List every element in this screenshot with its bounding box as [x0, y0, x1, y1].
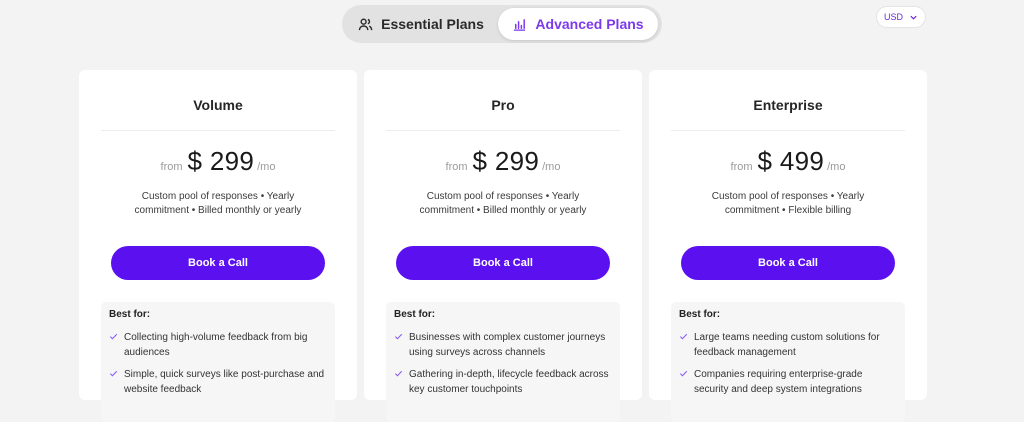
best-for-title: Best for: — [109, 309, 151, 320]
best-for-list: Collecting high-volume feedback from big… — [109, 330, 327, 404]
currency-select[interactable]: USD — [876, 6, 926, 28]
check-icon — [679, 333, 688, 340]
price-from: from — [160, 161, 183, 173]
price: from $ 299 /mo — [364, 146, 642, 177]
chart-icon — [514, 18, 526, 31]
plan-card-volume: Volume from $ 299 /mo Custom pool of res… — [79, 70, 357, 422]
best-for-item: Simple, quick surveys like post-purchase… — [109, 367, 327, 397]
price: from $ 299 /mo — [79, 146, 357, 177]
best-for-text: Collecting high-volume feedback from big… — [124, 332, 308, 358]
best-for-box: Best for: Businesses with complex custom… — [386, 302, 620, 422]
best-for-item: Collecting high-volume feedback from big… — [109, 330, 327, 360]
best-for-text: Large teams needing custom solutions for… — [694, 332, 880, 358]
advanced-plans-label: Advanced Plans — [535, 16, 644, 32]
check-icon — [394, 370, 403, 377]
plan-type-toggle: Essential Plans Advanced Plans — [342, 5, 662, 43]
best-for-list: Large teams needing custom solutions for… — [679, 330, 897, 404]
divider — [101, 130, 335, 131]
plan-description: Custom pool of responses • Yearly commit… — [419, 191, 587, 216]
plan-card-pro: Pro from $ 299 /mo Custom pool of respon… — [364, 70, 642, 422]
best-for-item: Companies requiring enterprise-grade sec… — [679, 367, 897, 397]
price-amount: $ 499 — [757, 146, 825, 176]
check-icon — [394, 333, 403, 340]
best-for-box: Best for: Large teams needing custom sol… — [671, 302, 905, 422]
best-for-text: Simple, quick surveys like post-purchase… — [124, 369, 325, 395]
chevron-down-icon — [910, 15, 917, 20]
best-for-text: Companies requiring enterprise-grade sec… — [694, 369, 863, 395]
divider — [671, 130, 905, 131]
best-for-list: Businesses with complex customer journey… — [394, 330, 612, 404]
best-for-box: Best for: Collecting high-volume feedbac… — [101, 302, 335, 422]
advanced-plans-tab[interactable]: Advanced Plans — [498, 8, 658, 40]
book-a-call-button[interactable]: Book a Call — [111, 246, 325, 280]
divider — [386, 130, 620, 131]
check-icon — [679, 370, 688, 377]
price-from: from — [445, 161, 468, 173]
best-for-text: Gathering in-depth, lifecycle feedback a… — [409, 369, 609, 395]
price-amount: $ 299 — [472, 146, 540, 176]
best-for-title: Best for: — [679, 309, 721, 320]
essential-plans-label: Essential Plans — [381, 16, 484, 32]
plan-card-enterprise: Enterprise from $ 499 /mo Custom pool of… — [649, 70, 927, 422]
price-amount: $ 299 — [187, 146, 255, 176]
best-for-text: Businesses with complex customer journey… — [409, 332, 606, 358]
best-for-item: Gathering in-depth, lifecycle feedback a… — [394, 367, 612, 397]
book-a-call-button[interactable]: Book a Call — [396, 246, 610, 280]
best-for-item: Businesses with complex customer journey… — [394, 330, 612, 360]
plan-description: Custom pool of responses • Yearly commit… — [134, 191, 302, 216]
plan-description: Custom pool of responses • Yearly commit… — [711, 191, 865, 216]
plan-title: Enterprise — [753, 97, 823, 113]
plan-title: Volume — [193, 97, 243, 113]
users-icon — [358, 18, 373, 30]
check-icon — [109, 333, 118, 340]
book-a-call-button[interactable]: Book a Call — [681, 246, 895, 280]
best-for-title: Best for: — [394, 309, 436, 320]
check-icon — [109, 370, 118, 377]
plan-title: Pro — [491, 97, 515, 113]
price: from $ 499 /mo — [649, 146, 927, 177]
price-from: from — [730, 161, 753, 173]
currency-value: USD — [883, 12, 903, 22]
price-period: /mo — [827, 161, 846, 173]
price-period: /mo — [257, 161, 276, 173]
essential-plans-tab[interactable]: Essential Plans — [348, 8, 494, 40]
price-period: /mo — [542, 161, 561, 173]
best-for-item: Large teams needing custom solutions for… — [679, 330, 897, 360]
